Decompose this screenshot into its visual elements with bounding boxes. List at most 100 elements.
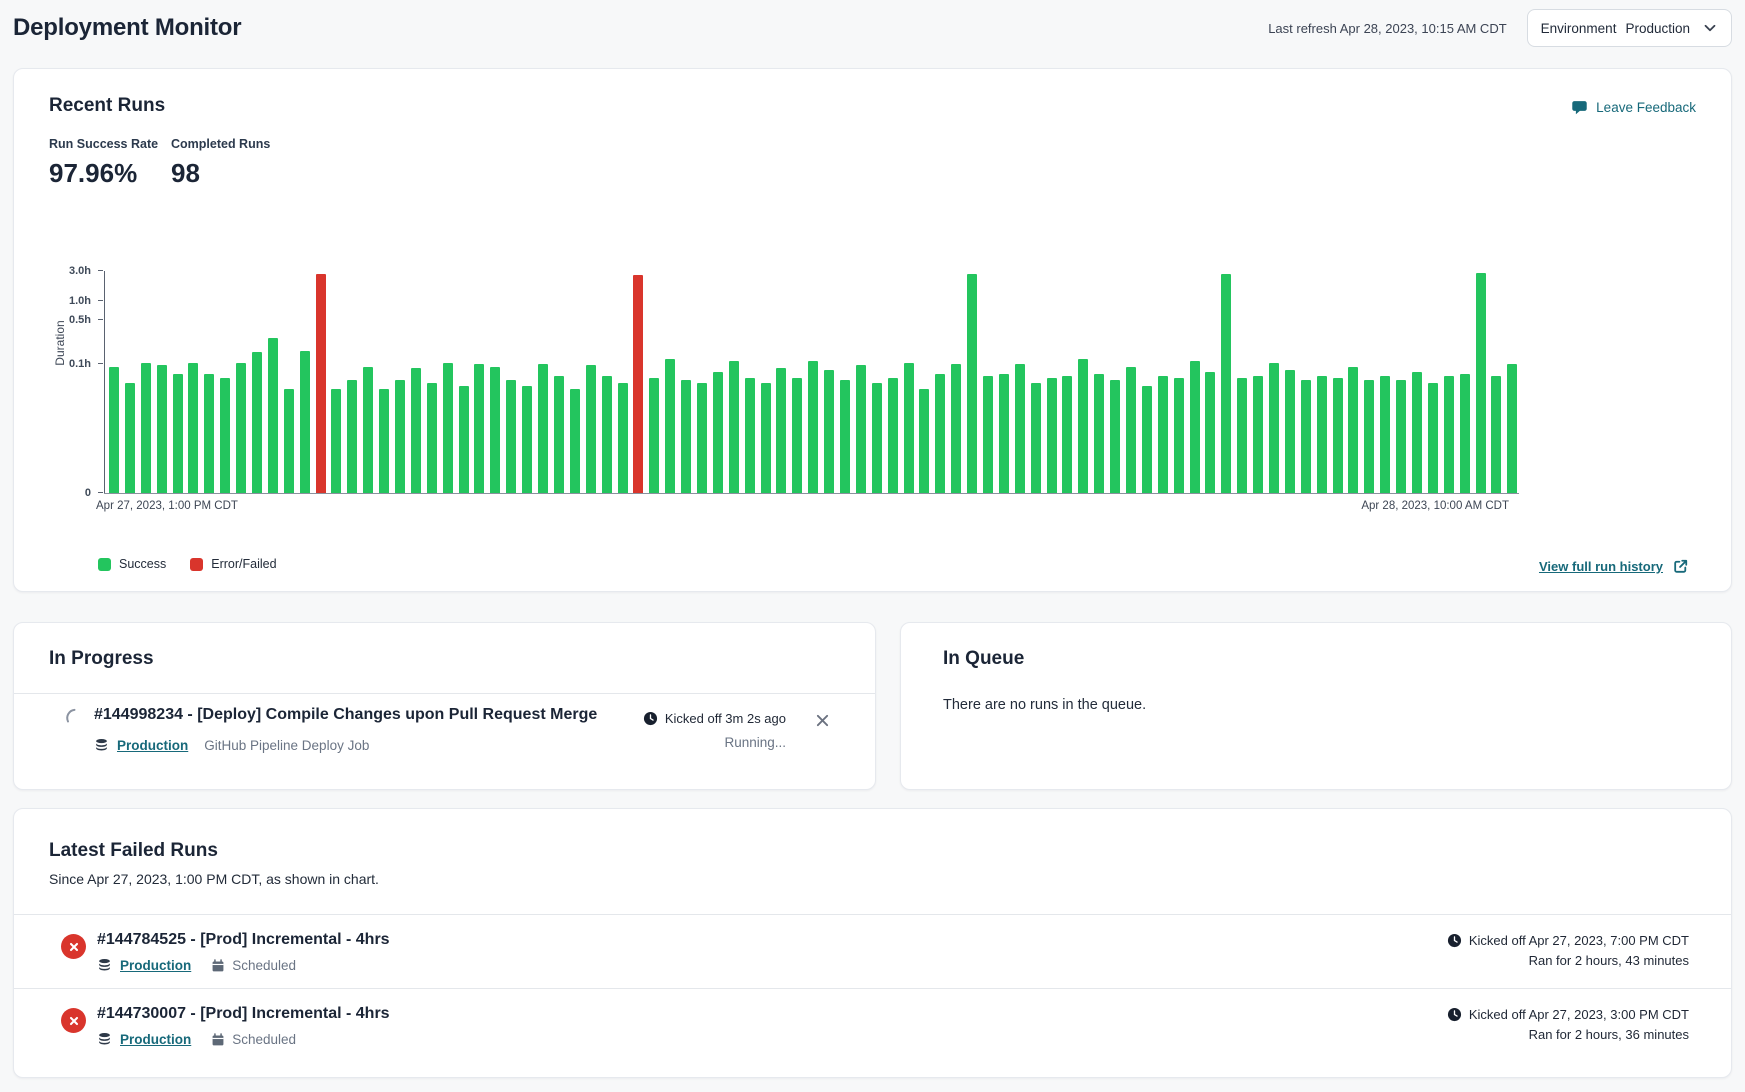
- chart-bar-success[interactable]: [1015, 364, 1025, 493]
- chart-bar-success[interactable]: [1364, 380, 1374, 493]
- chart-bar-success[interactable]: [1428, 383, 1438, 493]
- chart-bar-success[interactable]: [888, 378, 898, 493]
- chart-bar-success[interactable]: [919, 389, 929, 493]
- chart-bar-success[interactable]: [379, 389, 389, 493]
- chart-bar-success[interactable]: [1253, 376, 1263, 493]
- chart-bar-success[interactable]: [1301, 380, 1311, 493]
- chart-bar-success[interactable]: [586, 365, 596, 493]
- chart-bar-success[interactable]: [776, 368, 786, 493]
- close-icon[interactable]: [814, 712, 831, 729]
- chart-bar-success[interactable]: [204, 374, 214, 493]
- chart-bar-success[interactable]: [443, 363, 453, 493]
- environment-link[interactable]: Production: [117, 738, 188, 753]
- leave-feedback-link[interactable]: Leave Feedback: [1571, 99, 1696, 116]
- chart-bar-success[interactable]: [1444, 376, 1454, 493]
- chart-bar-success[interactable]: [284, 389, 294, 493]
- chart-bar-success[interactable]: [904, 363, 914, 493]
- chart-bar-success[interactable]: [395, 380, 405, 493]
- chart-bar-success[interactable]: [808, 361, 818, 493]
- chart-bar-success[interactable]: [649, 378, 659, 493]
- chart-bar-success[interactable]: [983, 376, 993, 493]
- chart-bar-success[interactable]: [125, 383, 135, 493]
- chart-bar-success[interactable]: [761, 383, 771, 493]
- chart-bar-failed[interactable]: [316, 274, 326, 493]
- legend-item-success: Success: [98, 557, 166, 571]
- chart-bar-success[interactable]: [1380, 376, 1390, 493]
- chart-bar-success[interactable]: [459, 386, 469, 493]
- chart-bar-success[interactable]: [856, 365, 866, 493]
- chart-bar-success[interactable]: [1269, 363, 1279, 493]
- chart-bar-success[interactable]: [570, 389, 580, 493]
- chart-bar-success[interactable]: [1158, 376, 1168, 493]
- chart-bar-success[interactable]: [872, 383, 882, 493]
- chart-bar-success[interactable]: [252, 352, 262, 493]
- chart-bar-success[interactable]: [1396, 380, 1406, 493]
- chart-bar-success[interactable]: [522, 386, 532, 493]
- chart-bar-success[interactable]: [792, 378, 802, 493]
- chart-bar-success[interactable]: [1348, 367, 1358, 493]
- chart-bar-success[interactable]: [363, 367, 373, 493]
- chart-bar-success[interactable]: [1412, 372, 1422, 493]
- environment-dropdown[interactable]: Environment Production: [1527, 9, 1732, 47]
- chart-bar-success[interactable]: [697, 383, 707, 493]
- chart-bar-success[interactable]: [1476, 273, 1486, 493]
- chart-bar-success[interactable]: [1507, 364, 1517, 493]
- chart-bar-success[interactable]: [347, 380, 357, 493]
- chart-bar-success[interactable]: [300, 351, 310, 493]
- chart-bar-success[interactable]: [967, 274, 977, 493]
- chart-bar-success[interactable]: [713, 372, 723, 493]
- chart-bar-success[interactable]: [1047, 378, 1057, 493]
- chart-bar-success[interactable]: [824, 370, 834, 493]
- chart-bar-success[interactable]: [427, 383, 437, 493]
- chart-bar-success[interactable]: [554, 376, 564, 493]
- chart-bar-success[interactable]: [411, 368, 421, 493]
- failed-run-title: #144730007 - [Prod] Incremental - 4hrs: [97, 1005, 390, 1023]
- chart-bar-success[interactable]: [220, 378, 230, 493]
- chart-bar-success[interactable]: [1031, 383, 1041, 493]
- chart-bar-success[interactable]: [602, 376, 612, 493]
- chart-bar-success[interactable]: [268, 338, 278, 493]
- chart-bar-success[interactable]: [951, 364, 961, 493]
- chart-bar-failed[interactable]: [633, 275, 643, 493]
- chart-bar-success[interactable]: [1205, 372, 1215, 493]
- chart-bar-success[interactable]: [1333, 378, 1343, 493]
- chart-bar-success[interactable]: [141, 363, 151, 493]
- chart-bar-success[interactable]: [538, 364, 548, 493]
- chart-bar-success[interactable]: [1094, 374, 1104, 493]
- chart-bar-success[interactable]: [745, 378, 755, 493]
- chart-bar-success[interactable]: [188, 363, 198, 493]
- chart-bar-success[interactable]: [236, 363, 246, 493]
- chart-bar-success[interactable]: [490, 367, 500, 493]
- chart-bar-success[interactable]: [331, 389, 341, 493]
- chart-bar-success[interactable]: [665, 359, 675, 493]
- chart-bar-success[interactable]: [109, 367, 119, 493]
- chart-bar-success[interactable]: [1460, 374, 1470, 493]
- chart-bar-success[interactable]: [681, 380, 691, 493]
- chart-bar-success[interactable]: [1237, 378, 1247, 493]
- chart-bar-success[interactable]: [999, 374, 1009, 493]
- chart-bar-success[interactable]: [1285, 370, 1295, 493]
- chart-bar-success[interactable]: [173, 374, 183, 493]
- chart-bar-success[interactable]: [1126, 367, 1136, 493]
- chart-bar-success[interactable]: [506, 380, 516, 493]
- view-full-run-history-link[interactable]: View full run history: [1539, 558, 1689, 575]
- chart-bar-success[interactable]: [157, 365, 167, 493]
- chart-bar-success[interactable]: [1062, 376, 1072, 493]
- chart-bar-success[interactable]: [1491, 376, 1501, 493]
- chart-bar-success[interactable]: [1190, 361, 1200, 493]
- chart-bar-success[interactable]: [1317, 376, 1327, 493]
- chart-bar-success[interactable]: [1221, 274, 1231, 493]
- chart-bar-success[interactable]: [840, 380, 850, 493]
- in-progress-card: In Progress #144998234 - [Deploy] Compil…: [13, 622, 876, 790]
- chart-bar-success[interactable]: [1174, 378, 1184, 493]
- environment-link[interactable]: Production: [120, 1032, 191, 1047]
- chart-bar-success[interactable]: [729, 361, 739, 493]
- chart-bar-success[interactable]: [618, 383, 628, 493]
- environment-link[interactable]: Production: [120, 958, 191, 973]
- chart-bar-success[interactable]: [1142, 386, 1152, 493]
- chart-legend: Success Error/Failed: [98, 557, 277, 571]
- chart-bar-success[interactable]: [474, 364, 484, 493]
- chart-bar-success[interactable]: [1110, 380, 1120, 493]
- chart-bar-success[interactable]: [1078, 359, 1088, 493]
- chart-bar-success[interactable]: [935, 374, 945, 493]
